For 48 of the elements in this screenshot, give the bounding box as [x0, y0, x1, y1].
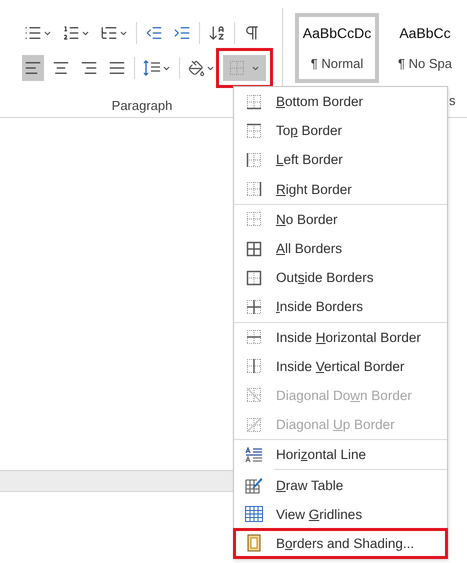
- align-left-icon: [24, 59, 42, 77]
- inside-horizontal-border-icon: [246, 329, 262, 346]
- shading-icon[interactable]: [188, 60, 205, 76]
- horizontal-line-icon: [245, 446, 263, 463]
- no-border-icon: [246, 211, 262, 228]
- group-label: s: [449, 93, 456, 108]
- pilcrow-icon: [243, 24, 261, 42]
- menu-item[interactable]: Left Border: [234, 145, 447, 175]
- menu-item[interactable]: Right Border: [234, 174, 447, 204]
- left-border-icon: [246, 152, 262, 168]
- menu-item[interactable]: All Borders: [234, 234, 447, 264]
- menu-item[interactable]: Inside Vertical Border: [234, 352, 447, 381]
- all-borders-icon: [246, 240, 262, 257]
- menu-item[interactable]: Bottom Border: [234, 87, 447, 116]
- align-left-button[interactable]: [22, 55, 44, 81]
- group-label: Paragraph: [112, 98, 172, 113]
- sort-icon: [208, 24, 226, 42]
- menu-item[interactable]: Inside Borders: [234, 292, 447, 322]
- menu-item[interactable]: Inside Horizontal Border: [234, 322, 447, 352]
- menu-item[interactable]: Borders and Shading...: [234, 528, 447, 558]
- diagonal-down-border-icon: [246, 387, 262, 404]
- bullets-icon: [24, 24, 42, 42]
- top-border-icon: [246, 122, 262, 139]
- justify-icon: [108, 59, 126, 77]
- menu-item[interactable]: Top Border: [234, 116, 447, 146]
- inside-borders-icon: [246, 298, 262, 315]
- align-center-icon: [52, 59, 70, 77]
- menu-item[interactable]: Horizontal Line: [234, 440, 447, 470]
- inside-vertical-border-icon: [246, 358, 262, 374]
- outside-borders-icon: [246, 270, 262, 286]
- borders-and-shading-icon: [247, 534, 261, 552]
- menu-item[interactable]: View Gridlines: [234, 500, 447, 529]
- draw-table-icon: [245, 476, 263, 494]
- menu-item[interactable]: Outside Borders: [234, 263, 447, 292]
- align-right-icon: [80, 59, 98, 77]
- decrease-indent-icon: [145, 24, 163, 42]
- numbering-icon: [62, 24, 80, 42]
- gridlines-icon: [245, 506, 263, 522]
- menu-item[interactable]: Draw Table: [234, 470, 447, 500]
- multilevel-list-icon: [100, 24, 118, 42]
- bottom-border-icon: [246, 94, 262, 110]
- menu-item[interactable]: No Border: [234, 204, 447, 234]
- diagonal-up-border-icon: [246, 416, 262, 433]
- right-border-icon: [246, 181, 262, 198]
- line-spacing-icon[interactable]: [143, 59, 161, 77]
- increase-indent-icon: [173, 24, 191, 42]
- style-item[interactable]: AaBbCcDc ¶ Normal: [295, 13, 379, 83]
- no-border-icon: [229, 60, 245, 76]
